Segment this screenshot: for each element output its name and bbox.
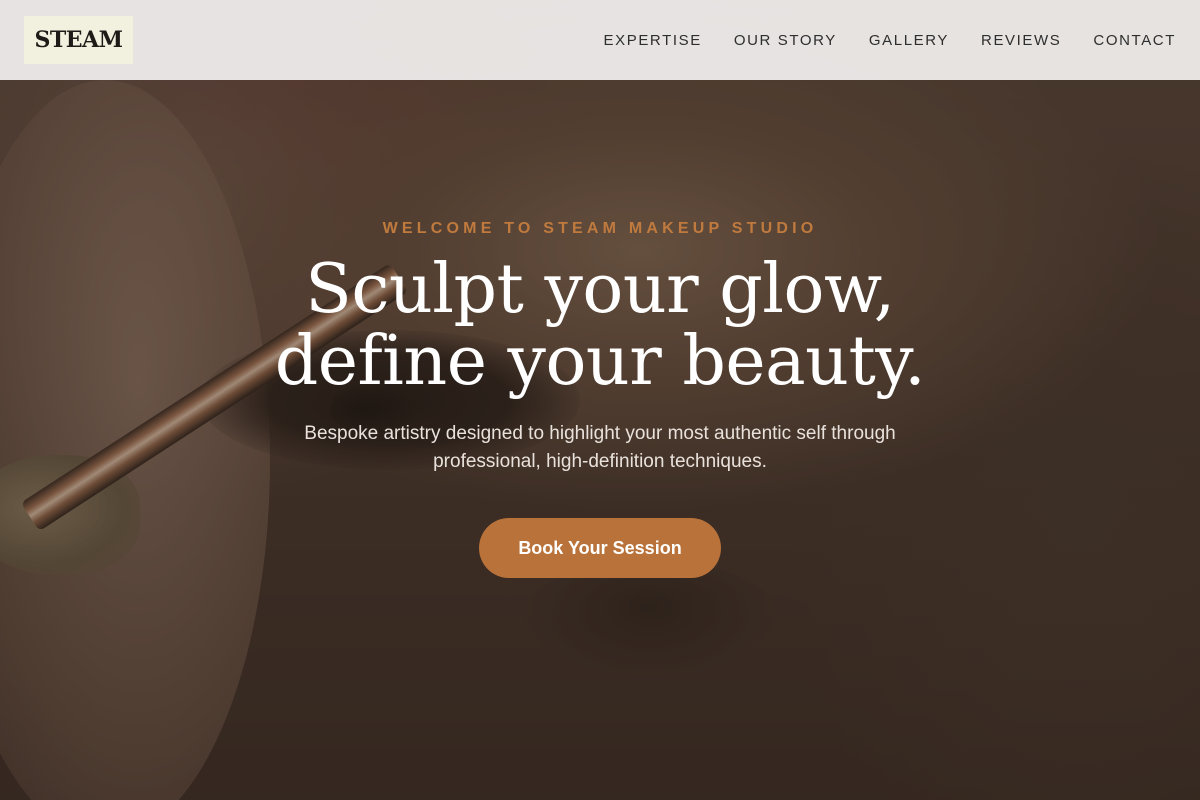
nav-item-expertise[interactable]: EXPERTISE [604, 32, 702, 49]
site-header: STEAM EXPERTISE OUR STORY GALLERY REVIEW… [0, 0, 1200, 80]
hero-headline-line-1: Sculpt your glow, [305, 250, 895, 329]
hero-headline-line-2: define your beauty. [274, 322, 926, 401]
main-nav: EXPERTISE OUR STORY GALLERY REVIEWS CONT… [604, 32, 1176, 49]
nav-item-gallery[interactable]: GALLERY [869, 32, 949, 49]
nav-item-contact[interactable]: CONTACT [1093, 32, 1176, 49]
nav-item-our-story[interactable]: OUR STORY [734, 32, 837, 49]
hero-section: WELCOME TO STEAM MAKEUP STUDIO Sculpt yo… [0, 200, 1200, 578]
hero-eyebrow: WELCOME TO STEAM MAKEUP STUDIO [382, 220, 818, 237]
logo[interactable]: STEAM [24, 16, 133, 64]
hero-subtext: Bespoke artistry designed to highlight y… [304, 423, 896, 472]
hero-headline: Sculpt your glow, define your beauty. [275, 254, 926, 398]
book-session-button[interactable]: Book Your Session [479, 518, 721, 578]
nav-item-reviews[interactable]: REVIEWS [981, 32, 1061, 49]
